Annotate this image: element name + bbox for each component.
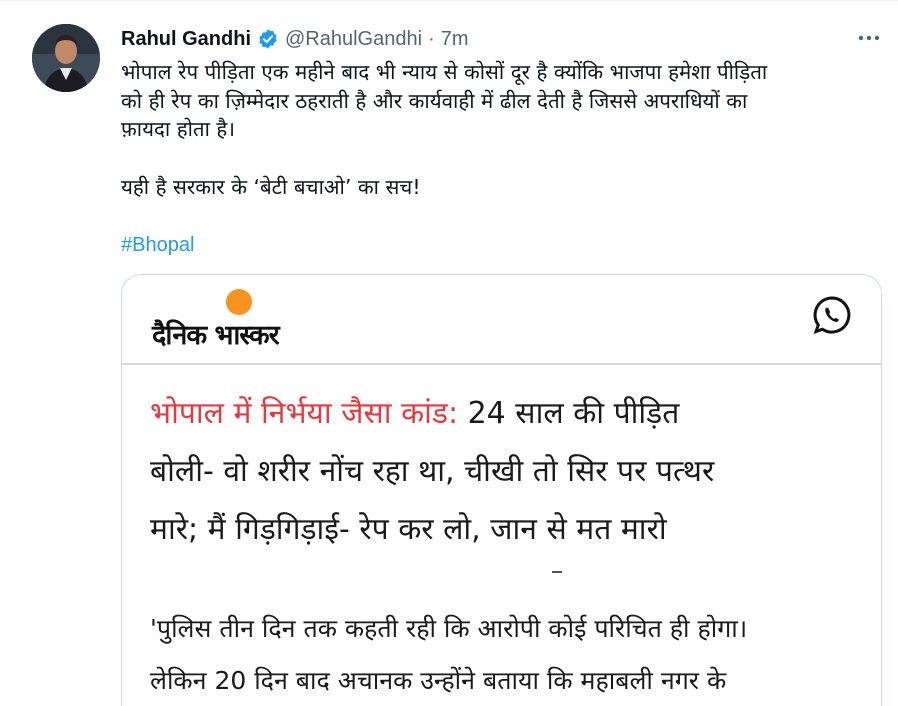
tweet-text-line: यही है सरकार के ‘बेटी बचाओ’ का सच! <box>121 174 421 199</box>
headline-red-prefix: भोपाल में निर्भया जैसा कांड: <box>150 396 459 431</box>
media-image[interactable]: दैनिक भास्कर भोपाल में निर्भया जैसा कांड… <box>121 274 882 706</box>
card-header: दैनिक भास्कर <box>122 275 881 363</box>
news-quote: 'पुलिस तीन दिन तक कहती रही कि आरोपी कोई … <box>150 603 875 706</box>
divider-dash <box>552 571 562 573</box>
timestamp[interactable]: 7m <box>441 28 469 51</box>
verified-badge-icon <box>257 28 279 50</box>
avatar[interactable] <box>32 24 100 92</box>
tweet-header: Rahul Gandhi @RahulGandhi · 7m <box>121 26 469 52</box>
quote-line: 'पुलिस तीन दिन तक कहती रही कि आरोपी कोई … <box>150 614 748 643</box>
tweet[interactable]: Rahul Gandhi @RahulGandhi · 7m भोपाल रेप… <box>0 0 898 706</box>
user-handle[interactable]: @RahulGandhi <box>285 28 422 51</box>
separator-dot: · <box>428 27 435 50</box>
tweet-text-line: फ़ायदा होता है। <box>121 117 236 141</box>
tweet-text: भोपाल रेप पीड़िता एक महीने बाद भी न्याय … <box>121 58 881 260</box>
avatar-image <box>32 24 100 92</box>
hashtag-link[interactable]: #Bhopal <box>121 234 194 256</box>
card-divider <box>122 363 881 365</box>
brand-logo: दैनिक भास्कर <box>152 320 280 351</box>
whatsapp-icon <box>812 295 852 335</box>
more-options-icon[interactable] <box>856 27 882 49</box>
brand-sun-logo <box>226 289 252 315</box>
quote-line: लेकिन 20 दिन बाद अचानक उन्होंने बताया कि… <box>150 666 727 695</box>
display-name[interactable]: Rahul Gandhi <box>121 28 251 51</box>
tweet-text-line: भोपाल रेप पीड़िता एक महीने बाद भी न्याय … <box>121 60 768 84</box>
headline-text: मारे; मैं गिड़गिड़ाई- रेप कर लो, जान से … <box>150 512 667 547</box>
headline-text: बोली- वो शरीर नोंच रहा था, चीखी तो सिर प… <box>150 454 715 489</box>
news-headline: भोपाल में निर्भया जैसा कांड: 24 साल की प… <box>150 385 865 559</box>
headline-text: 24 साल की पीड़ित <box>458 396 680 431</box>
tweet-text-line: को ही रेप का ज़िम्मेदार ठहराती है और कार… <box>121 88 748 113</box>
